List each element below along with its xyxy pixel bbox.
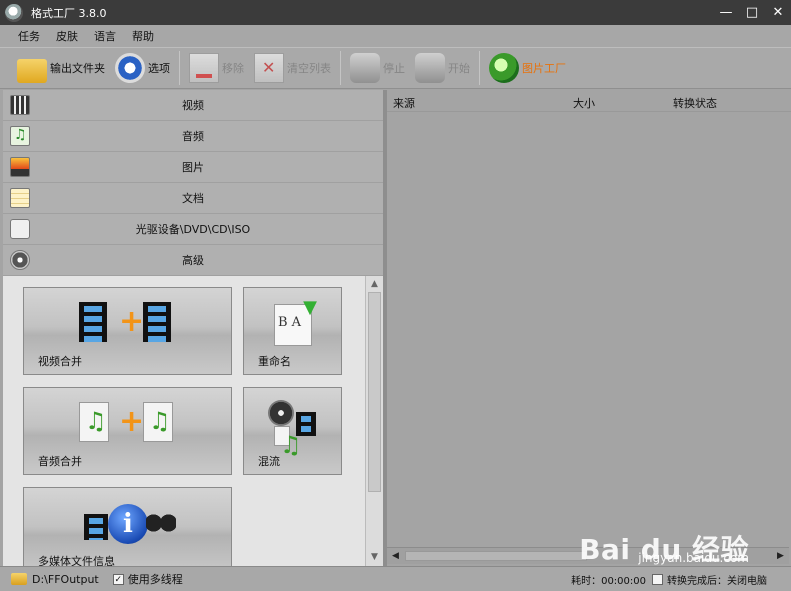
tool-label: 多媒体文件信息: [38, 555, 115, 566]
picture-icon: [10, 157, 30, 177]
clear-list-icon: [254, 53, 284, 83]
scroll-left-arrow-icon[interactable]: ◀: [387, 548, 404, 564]
category-audio[interactable]: 音频: [3, 121, 383, 152]
title-bar: 格式工厂 3.8.0 — □ ✕: [0, 0, 791, 25]
stop-button[interactable]: 停止: [345, 50, 410, 86]
category-picture[interactable]: 图片: [3, 152, 383, 183]
scrollbar-thumb[interactable]: [405, 551, 587, 561]
category-label: 音频: [182, 130, 204, 143]
toolbar-separator: [179, 51, 180, 85]
column-status[interactable]: 转换状态: [673, 95, 717, 111]
column-source[interactable]: 来源: [393, 95, 415, 111]
document-icon: [10, 188, 30, 208]
tool-label: 混流: [258, 455, 280, 468]
category-optical-drive[interactable]: 光驱设备\DVD\CD\ISO: [3, 214, 383, 245]
menu-skin[interactable]: 皮肤: [56, 28, 78, 44]
options-gear-icon: [115, 53, 145, 83]
rename-tool[interactable]: 重命名: [243, 287, 342, 375]
category-advanced[interactable]: 高级: [3, 245, 383, 276]
options-button[interactable]: 选项: [110, 50, 175, 86]
start-icon: [415, 53, 445, 83]
image-factory-label: 图片工厂: [522, 62, 566, 75]
window-controls: — □ ✕: [713, 0, 791, 25]
film-reel-icon: [10, 250, 30, 270]
window-title: 格式工厂 3.8.0: [31, 6, 107, 20]
elapsed-time: 耗时：00:00:00: [571, 576, 646, 587]
remove-button[interactable]: 移除: [184, 50, 249, 86]
multithread-label: 使用多线程: [127, 573, 183, 586]
category-label: 文档: [182, 192, 204, 205]
menu-bar: 任务 皮肤 语言 帮助: [0, 25, 791, 47]
output-folder-label: 输出文件夹: [50, 62, 105, 75]
scroll-down-arrow-icon[interactable]: ▼: [366, 549, 383, 566]
tools-area: + 视频合并 重命名 + 音频合并 混流: [3, 276, 365, 566]
status-bar: D:\FFOutput ✓ 使用多线程 耗时：00:00:00 转换完成后：关闭…: [0, 566, 791, 591]
tool-label: 视频合并: [38, 355, 82, 368]
category-label: 高级: [182, 254, 204, 267]
remove-label: 移除: [222, 62, 244, 75]
after-done-checkbox[interactable]: [652, 574, 663, 585]
category-label: 图片: [182, 161, 204, 174]
clear-list-label: 清空列表: [287, 62, 331, 75]
stop-icon: [350, 53, 380, 83]
output-folder-button[interactable]: 输出文件夹: [12, 50, 110, 86]
scroll-right-arrow-icon[interactable]: ▶: [772, 548, 789, 564]
toolbar: 输出文件夹 选项 移除 清空列表 停止 开始 图片工厂: [0, 47, 791, 89]
image-factory-button[interactable]: 图片工厂: [484, 50, 571, 86]
output-path[interactable]: D:\FFOutput: [32, 573, 99, 586]
start-button[interactable]: 开始: [410, 50, 475, 86]
stop-label: 停止: [383, 62, 405, 75]
multithread-checkbox[interactable]: ✓: [112, 573, 124, 585]
after-done-label: 转换完成后：关闭电脑: [667, 576, 767, 587]
image-factory-icon: [489, 53, 519, 83]
category-label: 视频: [182, 99, 204, 112]
left-panel: 视频 音频 图片 文档 光驱设备\DVD\CD\ISO 高级 + 视频合并: [3, 90, 383, 566]
status-right: 耗时：00:00:00 转换完成后：关闭电脑: [571, 572, 767, 587]
remove-icon: [189, 53, 219, 83]
menu-task[interactable]: 任务: [18, 28, 40, 44]
video-join-tool[interactable]: + 视频合并: [23, 287, 232, 375]
mux-tool[interactable]: 混流: [243, 387, 342, 475]
task-list-header: 来源 大小 转换状态: [387, 90, 791, 112]
start-label: 开始: [448, 62, 470, 75]
optical-drive-icon: [10, 219, 30, 239]
scrollbar-thumb[interactable]: [368, 292, 381, 492]
toolbar-separator: [479, 51, 480, 85]
folder-icon[interactable]: [11, 573, 27, 585]
folder-icon: [17, 59, 47, 83]
tools-vertical-scrollbar[interactable]: ▲ ▼: [365, 276, 383, 566]
rename-icon: [274, 297, 317, 346]
menu-language[interactable]: 语言: [94, 28, 116, 44]
menu-help[interactable]: 帮助: [132, 28, 154, 44]
baidu-watermark-url: jingyan.baidu.com: [638, 551, 749, 565]
tool-label: 音频合并: [38, 455, 82, 468]
tool-label: 重命名: [258, 355, 291, 368]
column-size[interactable]: 大小: [573, 95, 595, 111]
task-list-panel: 来源 大小 转换状态 ◀ ▶: [387, 90, 791, 566]
category-video[interactable]: 视频: [3, 90, 383, 121]
close-button[interactable]: ✕: [765, 0, 791, 25]
clear-list-button[interactable]: 清空列表: [249, 50, 336, 86]
film-icon: [10, 95, 30, 115]
scroll-up-arrow-icon[interactable]: ▲: [366, 276, 383, 293]
media-info-tool[interactable]: i 多媒体文件信息: [23, 487, 232, 566]
category-document[interactable]: 文档: [3, 183, 383, 214]
maximize-button[interactable]: □: [739, 0, 765, 25]
music-note-icon: [10, 126, 30, 146]
app-logo-icon: [5, 3, 23, 22]
minimize-button[interactable]: —: [713, 0, 739, 25]
audio-join-tool[interactable]: + 音频合并: [23, 387, 232, 475]
options-label: 选项: [148, 62, 170, 75]
toolbar-separator: [340, 51, 341, 85]
category-label: 光驱设备\DVD\CD\ISO: [135, 223, 251, 236]
